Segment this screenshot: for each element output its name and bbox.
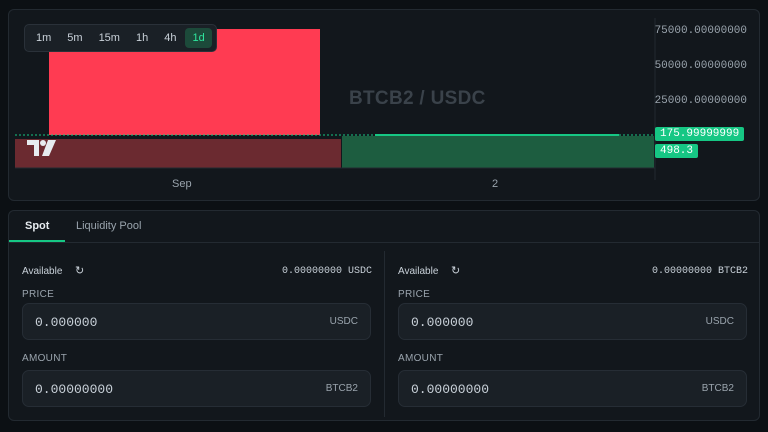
active-tab-indicator (9, 240, 65, 242)
sell-price-input[interactable]: 0.000000 USDC (398, 303, 747, 340)
volume-tag: 498.3 (655, 144, 699, 158)
timeframe-selector: 1m 5m 15m 1h 4h 1d (24, 24, 217, 52)
amount-value: 0.00000000 (411, 382, 490, 397)
x-axis-label-2: 2 (492, 178, 499, 190)
price-unit: USDC (329, 316, 358, 327)
buy-amount-input[interactable]: 0.00000000 BTCB2 (22, 370, 371, 407)
x-axis-label-sep: Sep (172, 178, 192, 190)
available-label: Available (22, 266, 63, 277)
y-axis-label: 75000.00000000 (654, 25, 747, 37)
column-divider (384, 251, 385, 417)
timeframe-5m[interactable]: 5m (60, 28, 89, 48)
available-balance: 0.00000000 BTCB2 (651, 266, 748, 277)
volume-bar-sep (15, 139, 341, 168)
timeframe-4h[interactable]: 4h (157, 28, 183, 48)
y-axis-label: 50000.00000000 (654, 60, 747, 72)
amount-label: AMOUNT (22, 353, 68, 364)
amount-value: 0.00000000 (35, 382, 114, 397)
price-label: PRICE (22, 289, 55, 300)
sell-available-row: Available ↻ 0.00000000 BTCB2 (398, 264, 748, 280)
trade-tabs: Spot Liquidity Pool (9, 211, 759, 243)
chart-panel[interactable]: 1m 5m 15m 1h 4h 1d BTCB2 / USDC 75000.00… (8, 9, 760, 201)
sell-amount-input[interactable]: 0.00000000 BTCB2 (398, 370, 747, 407)
refresh-icon[interactable]: ↻ (451, 264, 460, 277)
price-value: 0.000000 (411, 315, 474, 330)
amount-unit: BTCB2 (701, 383, 734, 394)
timeframe-15m[interactable]: 15m (92, 28, 127, 48)
y-axis-label: 25000.00000000 (654, 95, 747, 107)
buy-price-input[interactable]: 0.000000 USDC (22, 303, 371, 340)
amount-unit: BTCB2 (325, 383, 358, 394)
trade-panel: Spot Liquidity Pool Available ↻ 0.000000… (8, 210, 760, 421)
price-value: 0.000000 (35, 315, 98, 330)
price-unit: USDC (705, 316, 734, 327)
buy-available-row: Available ↻ 0.00000000 USDC (22, 264, 372, 280)
timeframe-1h[interactable]: 1h (129, 28, 155, 48)
current-price-tag: 175.99999999 (655, 127, 744, 141)
refresh-icon[interactable]: ↻ (75, 264, 84, 277)
available-balance: 0.00000000 USDC (281, 266, 372, 277)
tab-spot[interactable]: Spot (25, 220, 49, 232)
timeframe-1d[interactable]: 1d (185, 28, 212, 48)
pair-watermark: BTCB2 / USDC (349, 88, 486, 109)
amount-label: AMOUNT (398, 353, 444, 364)
tab-liquidity-pool[interactable]: Liquidity Pool (76, 220, 141, 232)
volume-bar-2 (342, 136, 654, 168)
available-label: Available (398, 266, 439, 277)
tradingview-logo[interactable] (26, 139, 58, 162)
timeframe-1m[interactable]: 1m (29, 28, 58, 48)
price-label: PRICE (398, 289, 431, 300)
